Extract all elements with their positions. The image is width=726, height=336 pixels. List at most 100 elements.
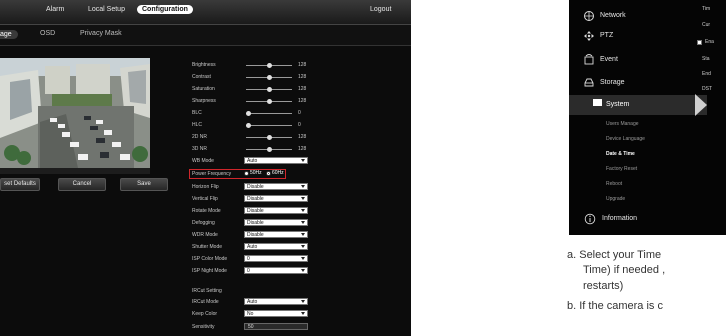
camera-live-preview bbox=[0, 58, 150, 168]
slider-label: Saturation bbox=[192, 86, 215, 92]
radio-50hz[interactable] bbox=[244, 171, 249, 176]
reset-defaults-button[interactable]: set Defaults bbox=[0, 178, 40, 191]
submenu-device-language[interactable]: Device Language bbox=[606, 136, 645, 142]
preview-status-bar bbox=[0, 168, 150, 174]
slider-label: Contrast bbox=[192, 74, 211, 80]
slider-knob[interactable] bbox=[246, 111, 251, 116]
chevron-down-icon bbox=[301, 185, 305, 188]
submenu-date-time[interactable]: Date & Time bbox=[606, 151, 635, 157]
nav-configuration[interactable]: Configuration bbox=[137, 5, 193, 14]
rotate-mode-select[interactable]: Disable bbox=[244, 207, 308, 214]
menu-item-event[interactable]: Event bbox=[600, 56, 618, 63]
select-value: Auto bbox=[247, 158, 258, 164]
horizon-flip-select[interactable]: Disable bbox=[244, 183, 308, 190]
instruction-a-line-2: Time) if needed , bbox=[583, 264, 666, 276]
slider-track[interactable] bbox=[246, 135, 292, 140]
slider-label: 3D NR bbox=[192, 146, 208, 152]
slider-value: 128 bbox=[298, 62, 307, 68]
menu-item-information[interactable]: Information bbox=[602, 215, 637, 222]
submenu-users-manage[interactable]: Users Manage bbox=[606, 121, 639, 127]
tab-osd[interactable]: OSD bbox=[40, 30, 55, 37]
chevron-down-icon bbox=[301, 233, 305, 236]
tab-privacy-mask[interactable]: Privacy Mask bbox=[80, 30, 122, 37]
slider-value: 128 bbox=[298, 74, 307, 80]
save-button[interactable]: Save bbox=[120, 178, 168, 191]
camera-config-window: Alarm Local Setup Configuration Logout a… bbox=[0, 0, 411, 336]
select-value: Disable bbox=[247, 220, 264, 226]
logout-link[interactable]: Logout bbox=[370, 6, 391, 13]
detail-text: Tim bbox=[702, 6, 711, 12]
power-frequency-radios: 50Hz 60Hz bbox=[244, 169, 294, 179]
slider-knob[interactable] bbox=[266, 147, 272, 152]
submenu-upgrade[interactable]: Upgrade bbox=[606, 196, 625, 202]
vertical-flip-select[interactable]: Disable bbox=[244, 195, 308, 202]
select-row-label: Horizon Flip bbox=[192, 184, 219, 190]
slider-label: HLC bbox=[192, 122, 203, 128]
cancel-button[interactable]: Cancel bbox=[58, 178, 106, 191]
chevron-down-icon bbox=[301, 312, 305, 315]
slider-knob[interactable] bbox=[266, 87, 272, 92]
slider-track[interactable] bbox=[246, 147, 292, 152]
radio-60hz[interactable] bbox=[266, 171, 271, 176]
submenu-reboot[interactable]: Reboot bbox=[606, 181, 622, 187]
submenu-factory-reset[interactable]: Factory Reset bbox=[606, 166, 637, 172]
selection-arrow-icon bbox=[695, 94, 707, 116]
sub-navigation-tabs: age OSD Privacy Mask bbox=[0, 25, 411, 46]
slider-value: 0 bbox=[298, 122, 301, 128]
slider-knob[interactable] bbox=[266, 63, 272, 68]
slider-knob[interactable] bbox=[246, 123, 251, 128]
slider-track[interactable] bbox=[246, 123, 292, 128]
detail-text: Cur bbox=[702, 22, 711, 28]
keep-color-select[interactable]: No bbox=[244, 310, 308, 317]
select-value: Auto bbox=[247, 244, 258, 250]
slider-knob[interactable] bbox=[266, 75, 272, 80]
slider-label: 2D NR bbox=[192, 134, 208, 140]
sensitivity-value: 50 bbox=[248, 324, 254, 330]
ircut-mode-label: IRCut Mode bbox=[192, 299, 219, 305]
select-value: No bbox=[247, 311, 254, 317]
slider-track[interactable] bbox=[246, 63, 292, 68]
wb-mode-label: WB Mode bbox=[192, 158, 214, 164]
select-value: Auto bbox=[247, 299, 258, 305]
menu-item-ptz[interactable]: PTZ bbox=[600, 32, 613, 39]
menu-item-system-label: System bbox=[606, 101, 630, 108]
isp-color-mode-select[interactable]: 0 bbox=[244, 255, 308, 262]
isp-night-mode-select[interactable]: 0 bbox=[244, 267, 308, 274]
menu-item-storage[interactable]: Storage bbox=[600, 79, 625, 86]
slider-knob[interactable] bbox=[266, 99, 272, 104]
settings-detail-column: Tim Cur Ena Sta End DST bbox=[695, 0, 726, 235]
slider-value: 128 bbox=[298, 98, 307, 104]
chevron-down-icon bbox=[301, 300, 305, 303]
defogging-select[interactable]: Disable bbox=[244, 219, 308, 226]
instruction-b-line-1: b. If the camera is c bbox=[567, 300, 663, 312]
keep-color-label: Keep Color bbox=[192, 311, 218, 317]
detail-text: Sta bbox=[702, 56, 710, 62]
slider-track[interactable] bbox=[246, 87, 292, 92]
select-row-label: ISP Night Mode bbox=[192, 268, 227, 274]
chevron-down-icon bbox=[301, 159, 305, 162]
slider-track[interactable] bbox=[246, 111, 292, 116]
nav-alarm[interactable]: Alarm bbox=[46, 6, 64, 13]
ircut-mode-select[interactable]: Auto bbox=[244, 298, 308, 305]
info-icon bbox=[584, 213, 596, 225]
sensitivity-input[interactable]: 50 bbox=[244, 323, 308, 330]
menu-item-network[interactable]: Network bbox=[600, 12, 626, 19]
chevron-down-icon bbox=[301, 269, 305, 272]
slider-knob[interactable] bbox=[266, 135, 272, 140]
slider-track[interactable] bbox=[246, 99, 292, 104]
wdr-mode-select[interactable]: Disable bbox=[244, 231, 308, 238]
menu-item-system-selected[interactable] bbox=[569, 95, 707, 115]
shutter-mode-select[interactable]: Auto bbox=[244, 243, 308, 250]
chevron-down-icon bbox=[301, 245, 305, 248]
chevron-down-icon bbox=[301, 221, 305, 224]
wb-mode-select[interactable]: Auto bbox=[244, 157, 308, 164]
slider-track[interactable] bbox=[246, 75, 292, 80]
select-value: 0 bbox=[247, 268, 250, 274]
select-value: Disable bbox=[247, 196, 264, 202]
sensitivity-label: Sensitivity bbox=[192, 324, 215, 330]
nav-local-setup[interactable]: Local Setup bbox=[88, 6, 125, 13]
parking-lot-preview-image bbox=[0, 58, 150, 168]
enable-checkbox[interactable] bbox=[697, 40, 702, 45]
slider-value: 128 bbox=[298, 134, 307, 140]
tab-image[interactable]: age bbox=[0, 30, 18, 39]
